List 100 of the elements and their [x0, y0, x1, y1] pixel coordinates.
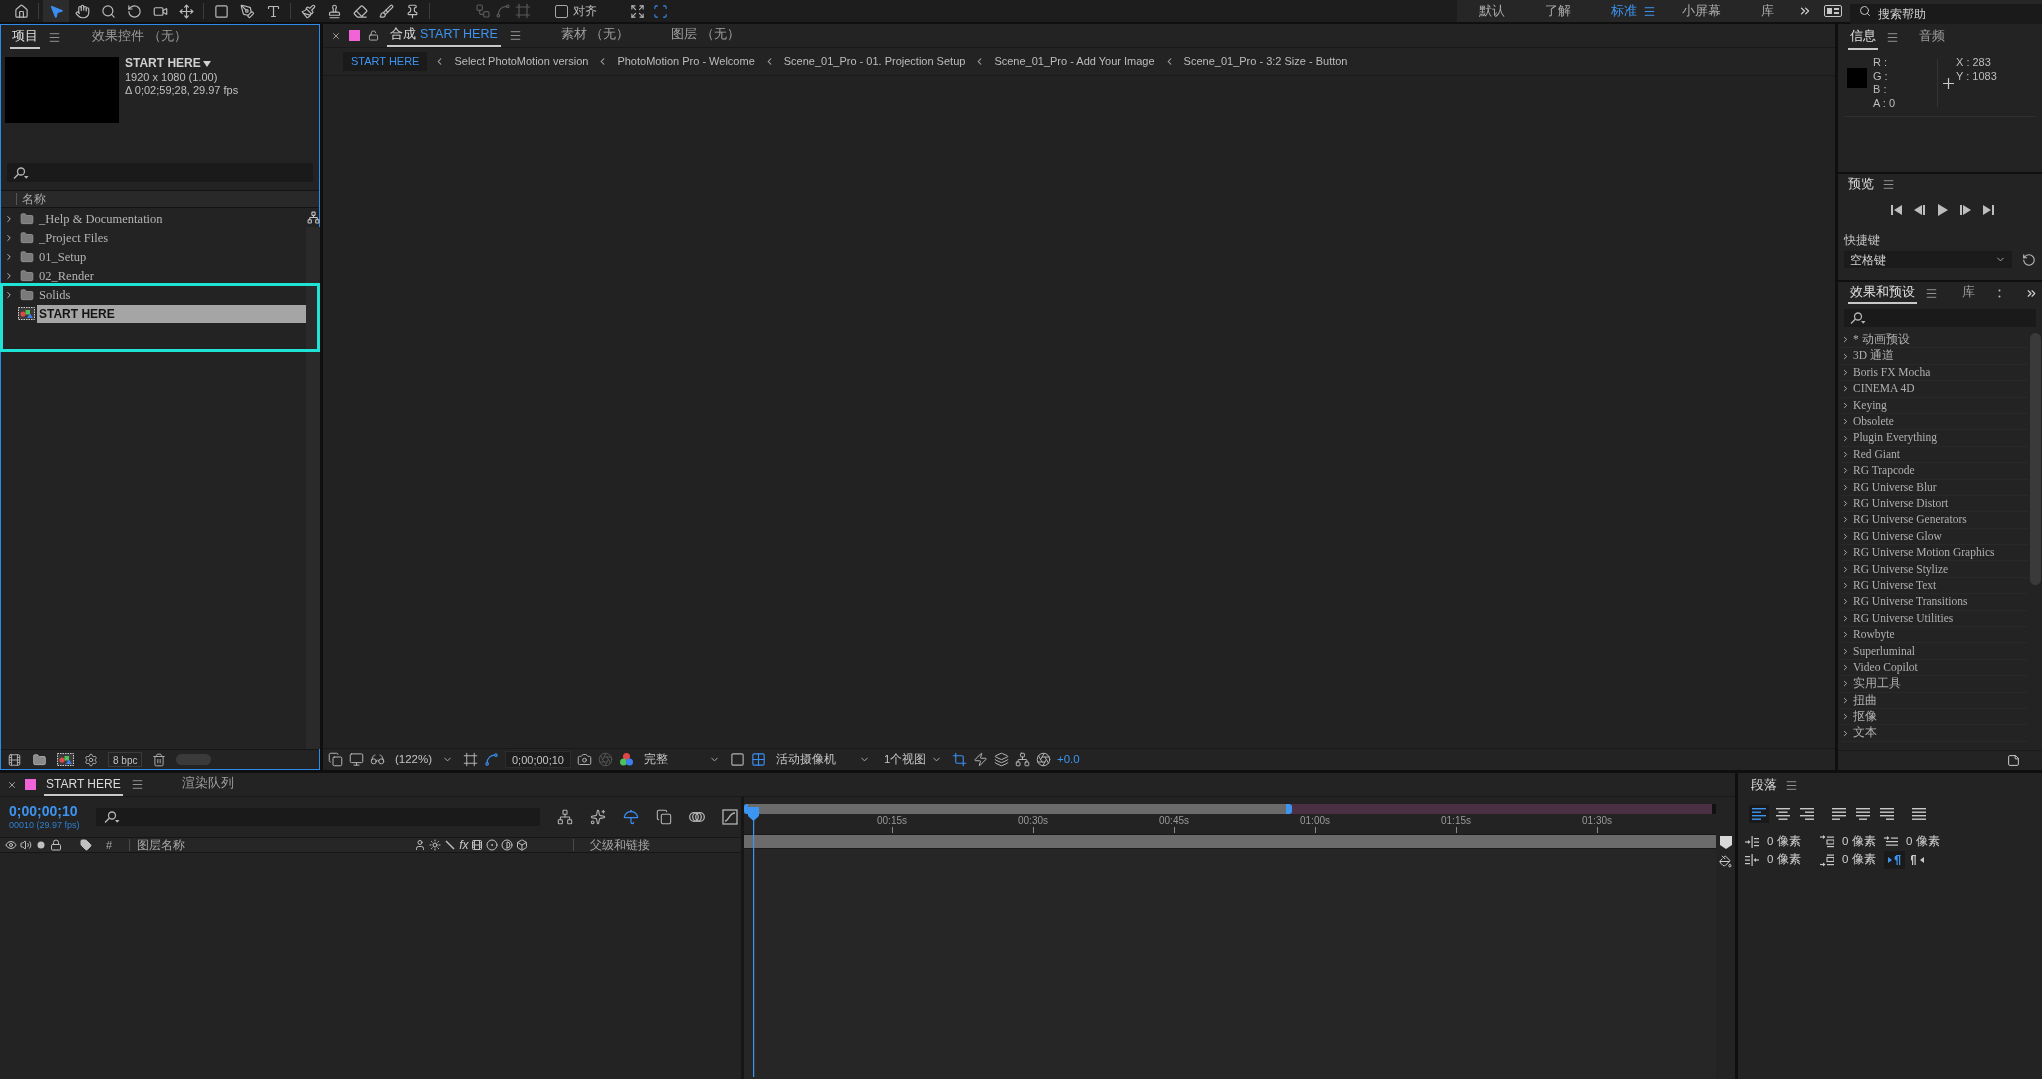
- hierarchy-icon[interactable]: [557, 809, 573, 825]
- breadcrumb[interactable]: Scene_01_Pro - 3:2 Size - Button: [1181, 52, 1350, 71]
- hierarchy-icon[interactable]: [306, 211, 320, 224]
- panel-tab[interactable]: 效果和预设: [1848, 282, 1917, 304]
- gear-icon[interactable]: [84, 752, 98, 767]
- effects-switch-header[interactable]: fx: [459, 839, 469, 851]
- expand-arrows-icon[interactable]: [630, 3, 645, 19]
- column-header[interactable]: 名称: [22, 190, 46, 208]
- skip-back-icon[interactable]: [1891, 204, 1902, 216]
- effect-category[interactable]: RG Universe Transitions: [1841, 594, 2028, 611]
- expand-chevron-icon[interactable]: [1841, 515, 1850, 525]
- monitor-icon[interactable]: [349, 752, 364, 767]
- play-icon[interactable]: [1937, 204, 1948, 216]
- panel-tab[interactable]: 项目: [10, 25, 40, 49]
- cube-icon[interactable]: [516, 839, 529, 851]
- menu-icon[interactable]: [1882, 177, 1895, 191]
- breadcrumb[interactable]: Select PhotoMotion version: [452, 52, 591, 71]
- spacing-value[interactable]: 0 像素: [1767, 833, 1801, 851]
- expand-chevron-icon[interactable]: [1841, 351, 1850, 361]
- expand-chevron-icon[interactable]: [1841, 335, 1850, 345]
- effect-category[interactable]: Boris FX Mocha: [1841, 364, 2028, 382]
- sun-icon[interactable]: [429, 839, 442, 851]
- camera-icon[interactable]: [577, 752, 592, 767]
- project-item[interactable]: 02_Render: [37, 266, 306, 285]
- workspace-tab[interactable]: 了解: [1525, 0, 1591, 22]
- spacing-value[interactable]: 0 像素: [1842, 851, 1876, 869]
- expand-chevron-icon[interactable]: [1841, 581, 1850, 591]
- search-field[interactable]: [96, 808, 540, 826]
- marker-icon[interactable]: [1719, 836, 1732, 849]
- effect-category[interactable]: RG Universe Motion Graphics: [1841, 545, 2028, 562]
- expand-chevron-icon[interactable]: [1841, 400, 1850, 410]
- menu-icon[interactable]: [1886, 30, 1899, 44]
- panel-tab[interactable]: 信息: [1848, 24, 1878, 50]
- search-icon[interactable]: [13, 166, 29, 179]
- circle-dot-icon[interactable]: [486, 839, 499, 851]
- align-button[interactable]: [1877, 805, 1897, 823]
- spline-icon[interactable]: [484, 752, 499, 767]
- tag-icon[interactable]: [80, 839, 92, 851]
- panel-tab[interactable]: 图层 （无）: [668, 24, 743, 47]
- expand-chevron-icon[interactable]: [1841, 630, 1850, 640]
- timecode-button[interactable]: 0;00;00;10: [505, 751, 571, 768]
- hash-icon[interactable]: [463, 752, 478, 767]
- effect-category[interactable]: 抠像: [1841, 709, 2028, 726]
- menu-icon[interactable]: [508, 29, 522, 42]
- stacked-squares-icon[interactable]: [328, 752, 343, 767]
- workspace-tab[interactable]: 默认: [1459, 0, 1525, 22]
- effect-category[interactable]: 文本: [1841, 725, 2028, 742]
- workspace-tab[interactable]: 小屏幕: [1662, 0, 1741, 22]
- effect-category[interactable]: RG Universe Glow: [1841, 528, 2028, 546]
- caret-icon[interactable]: [202, 60, 211, 67]
- step-forward-icon[interactable]: [1960, 204, 1971, 216]
- effect-category[interactable]: * 动画预设: [1841, 332, 2028, 349]
- align-button[interactable]: [1749, 805, 1769, 823]
- panel-tab[interactable]: 效果控件 （无）: [90, 25, 189, 49]
- expand-chevron-icon[interactable]: [1841, 482, 1850, 492]
- rotate-arrow-icon[interactable]: [2022, 252, 2036, 267]
- trash-icon[interactable]: [152, 752, 167, 767]
- expand-chevron-icon[interactable]: [4, 251, 14, 262]
- panel-tab[interactable]: START HERE: [44, 773, 123, 796]
- expand-chevron-icon[interactable]: [1841, 499, 1850, 509]
- effect-category[interactable]: 实用工具: [1841, 676, 2028, 693]
- breadcrumb[interactable]: START HERE: [343, 52, 428, 71]
- exposure-value[interactable]: +0.0: [1057, 750, 1080, 769]
- vertical-dots-icon[interactable]: [1998, 288, 2001, 298]
- film-icon[interactable]: [7, 752, 22, 767]
- tool-button[interactable]: [43, 0, 69, 22]
- overlapping-circles-icon[interactable]: [689, 811, 705, 823]
- effect-category[interactable]: Keying: [1841, 397, 2028, 414]
- person-icon[interactable]: [414, 839, 427, 851]
- align-button[interactable]: [1797, 805, 1817, 823]
- search-field[interactable]: [7, 163, 313, 182]
- scrollbar[interactable]: [306, 227, 320, 749]
- current-timecode[interactable]: 0;00;00;10: [9, 803, 96, 819]
- expand-chevron-icon[interactable]: [1841, 613, 1850, 623]
- column-header[interactable]: 父级和链接: [590, 836, 651, 854]
- expand-chevron-icon[interactable]: [1841, 679, 1850, 689]
- close-icon[interactable]: [7, 779, 17, 790]
- menu-icon[interactable]: [130, 778, 144, 791]
- square-icon[interactable]: [730, 752, 745, 767]
- shortcut-dropdown[interactable]: 空格键: [1844, 251, 2012, 268]
- menu-icon[interactable]: [48, 30, 61, 44]
- column-header[interactable]: 图层名称: [137, 836, 186, 854]
- effect-category[interactable]: RG Universe Distort: [1841, 495, 2028, 513]
- bit-depth-button[interactable]: 8 bpc: [108, 752, 143, 767]
- crop-icon[interactable]: [952, 752, 967, 767]
- effect-category[interactable]: Video Copilot: [1841, 659, 2028, 677]
- expand-chevron-icon[interactable]: [1841, 564, 1850, 574]
- effect-category[interactable]: RG Universe Blur: [1841, 479, 2028, 496]
- sparkles-icon[interactable]: [590, 809, 606, 825]
- effect-category[interactable]: Red Giant: [1841, 446, 2028, 464]
- checkbox[interactable]: [555, 4, 568, 18]
- search-icon[interactable]: [1850, 312, 1866, 324]
- eye-icon[interactable]: [5, 839, 17, 851]
- effect-category[interactable]: RG Universe Generators: [1841, 512, 2028, 529]
- panel-tab[interactable]: 素材 （无）: [557, 24, 633, 47]
- expand-chevron-icon[interactable]: [1841, 531, 1850, 541]
- effect-category[interactable]: RG Universe Stylize: [1841, 561, 2028, 578]
- stacked-squares-icon[interactable]: [656, 809, 672, 825]
- align-button[interactable]: [1829, 805, 1849, 823]
- project-item[interactable]: _Project Files: [37, 228, 306, 247]
